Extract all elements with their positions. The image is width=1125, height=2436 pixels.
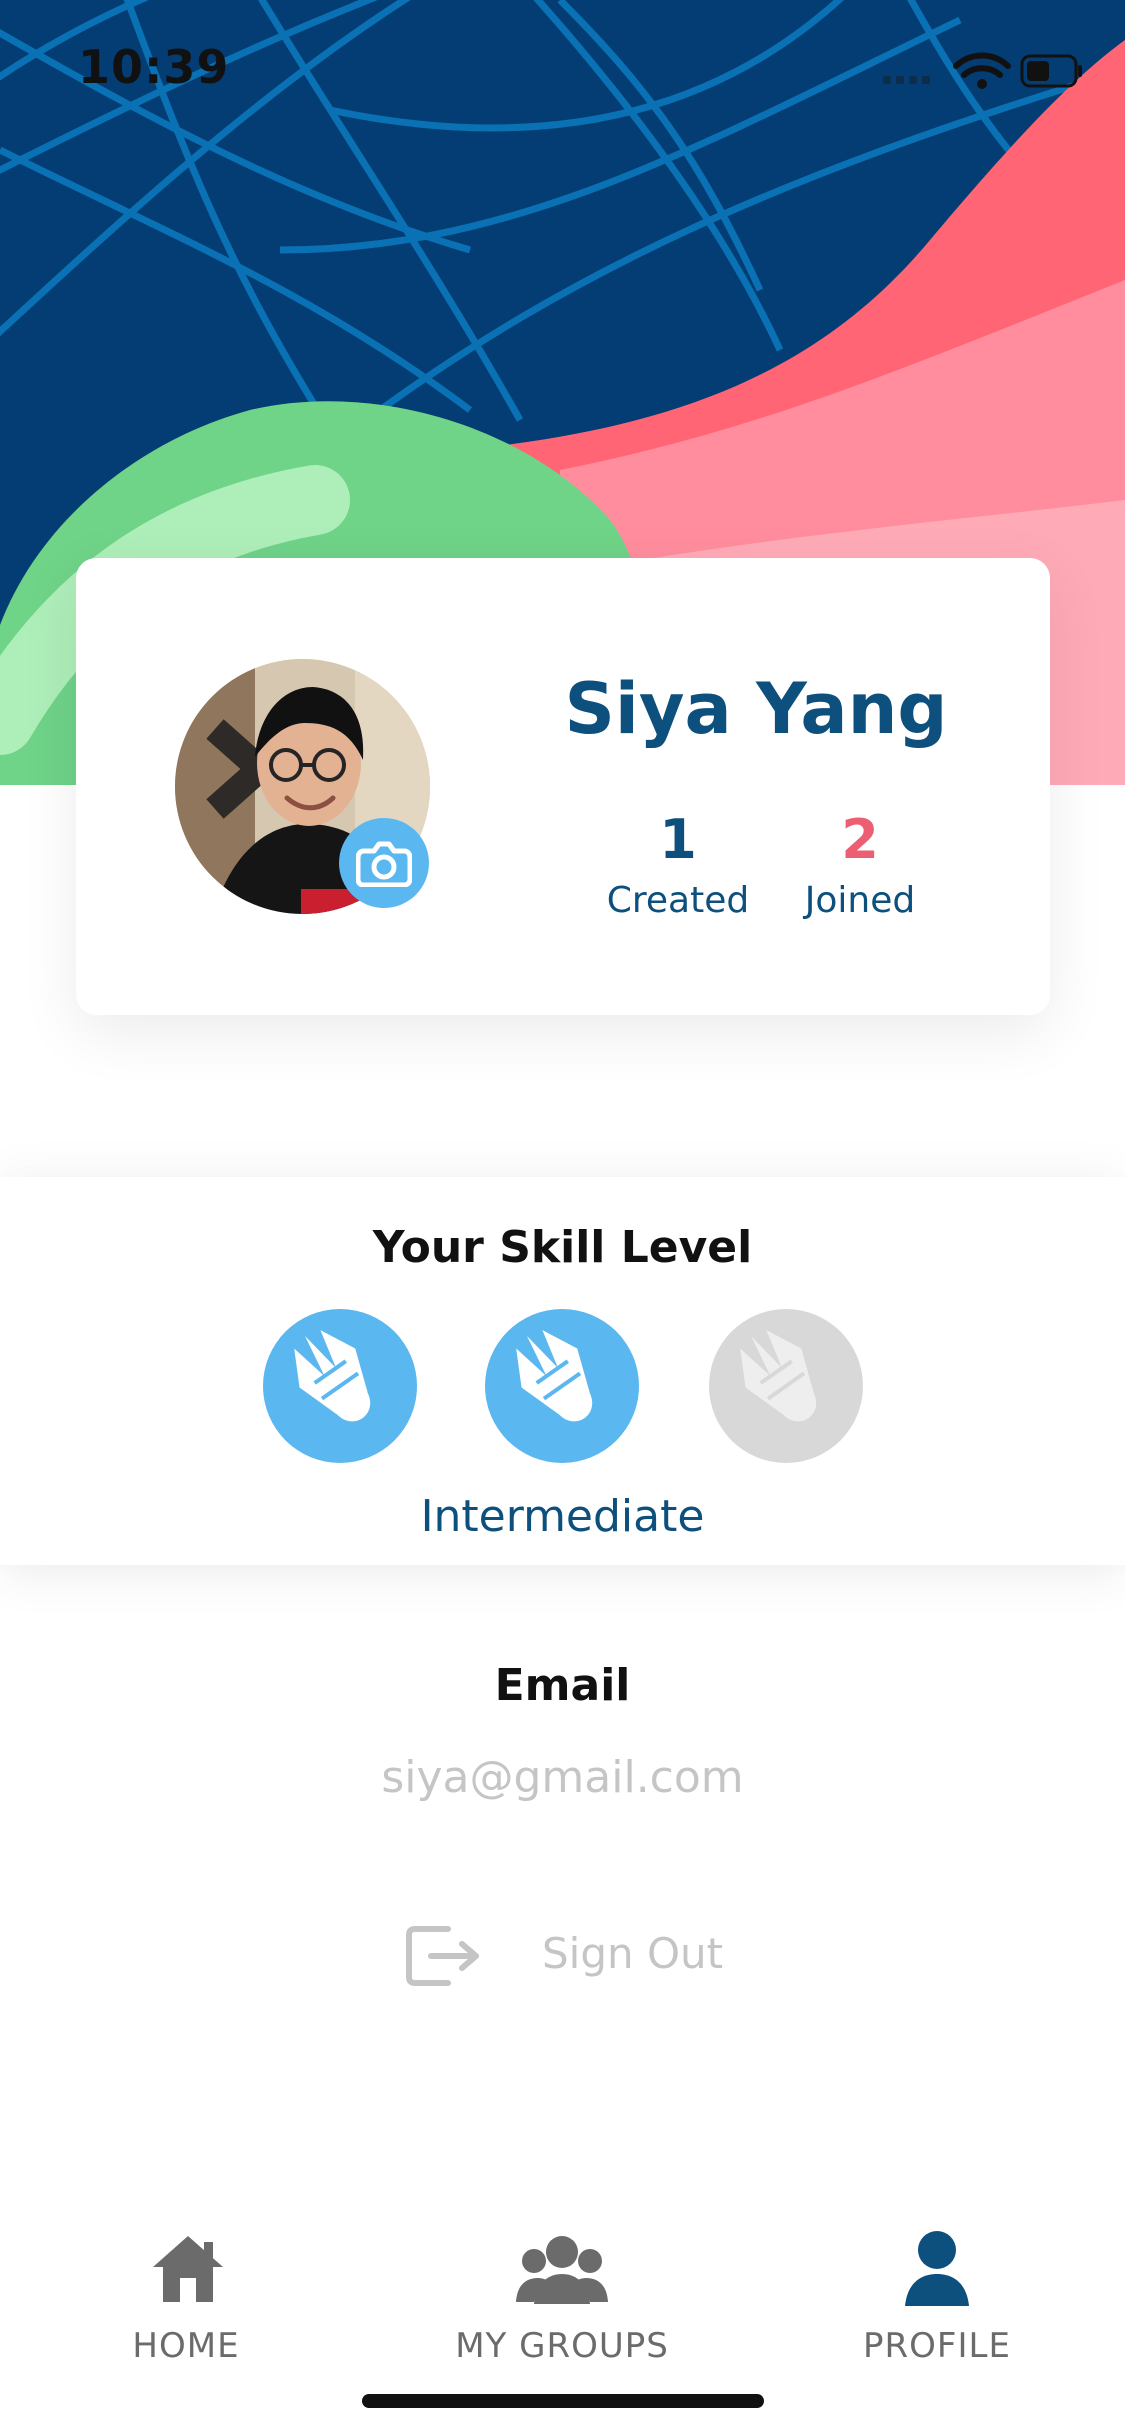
shuttlecock-icon bbox=[294, 1330, 371, 1422]
shuttlecock-icon bbox=[516, 1330, 593, 1422]
home-indicator bbox=[362, 2394, 764, 2408]
created-stat: 1 Created bbox=[598, 808, 758, 921]
camera-icon bbox=[356, 841, 412, 887]
groups-icon bbox=[516, 2236, 608, 2304]
joined-stat: 2 Joined bbox=[780, 808, 940, 921]
skill-level-title: Your Skill Level bbox=[372, 1222, 753, 1273]
wifi-icon bbox=[953, 52, 1011, 89]
profile-icon bbox=[905, 2231, 969, 2306]
change-photo-button[interactable] bbox=[339, 818, 429, 908]
nav-home[interactable]: HOME bbox=[56, 2210, 316, 2370]
email-label: Email bbox=[494, 1660, 631, 1711]
skill-level-selector bbox=[263, 1309, 863, 1463]
profile-card: Siya Yang 1 Created 2 Joined bbox=[76, 558, 1050, 1015]
sign-out-label: Sign Out bbox=[542, 1929, 724, 1978]
email-value: siya@gmail.com bbox=[381, 1752, 744, 1803]
status-icons bbox=[883, 52, 1082, 89]
joined-label: Joined bbox=[804, 880, 916, 921]
sign-out-button[interactable]: Sign Out bbox=[406, 1917, 736, 1997]
nav-my-groups[interactable]: MY GROUPS bbox=[432, 2210, 692, 2370]
joined-count: 2 bbox=[841, 808, 879, 871]
nav-profile[interactable]: PROFILE bbox=[807, 2210, 1067, 2370]
status-bar: 10:39 bbox=[0, 0, 1125, 135]
skill-level-label: Intermediate bbox=[420, 1491, 705, 1542]
sign-out-icon bbox=[406, 1926, 479, 1986]
nav-home-label: HOME bbox=[132, 2326, 240, 2366]
skill-level-2-button[interactable] bbox=[485, 1309, 639, 1463]
created-label: Created bbox=[606, 880, 750, 921]
signal-icon bbox=[883, 76, 930, 84]
shuttlecock-icon bbox=[740, 1330, 817, 1422]
created-count: 1 bbox=[659, 808, 697, 871]
status-time: 10:39 bbox=[78, 40, 230, 94]
nav-profile-label: PROFILE bbox=[863, 2326, 1011, 2366]
home-icon bbox=[153, 2236, 223, 2302]
skill-level-3-button[interactable] bbox=[709, 1309, 863, 1463]
profile-name: Siya Yang bbox=[564, 668, 948, 750]
nav-my-groups-label: MY GROUPS bbox=[455, 2326, 669, 2366]
battery-icon bbox=[1020, 54, 1082, 88]
skill-level-section: Your Skill Level Intermediate bbox=[0, 1177, 1125, 1565]
skill-level-1-button[interactable] bbox=[263, 1309, 417, 1463]
avatar-container bbox=[175, 659, 430, 914]
